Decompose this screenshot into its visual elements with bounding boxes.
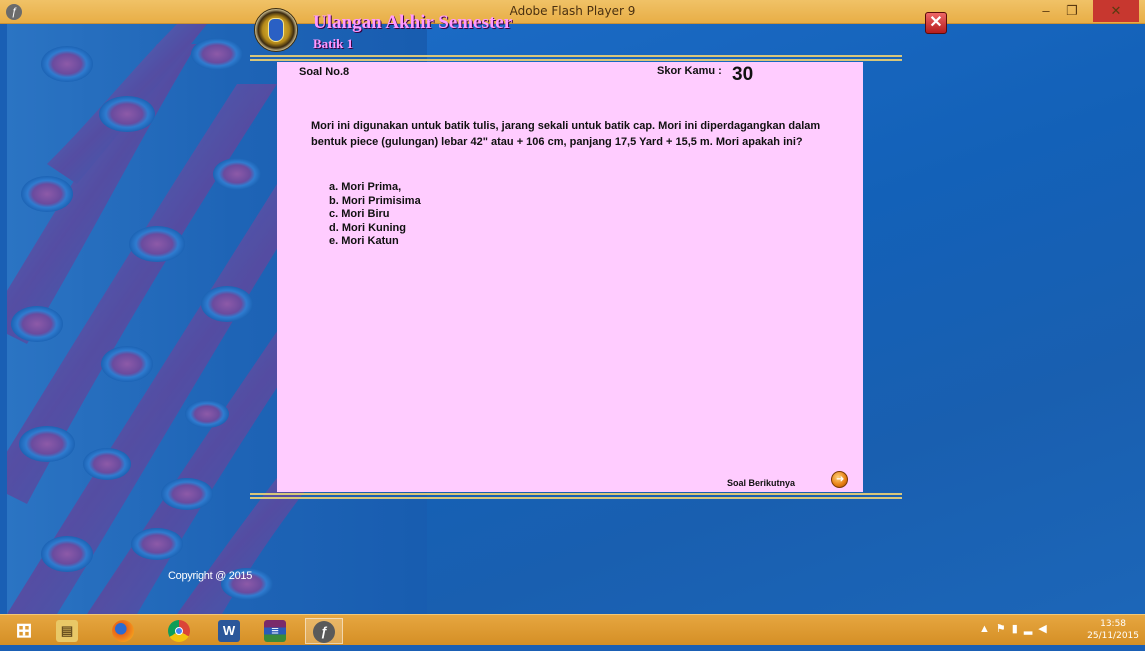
title-bar[interactable]: ƒ Adobe Flash Player 9 ‒ ❐ ✕ (0, 0, 1145, 24)
copyright-text: Copyright @ 2015 (168, 570, 253, 582)
volume-icon[interactable]: ◀ (1038, 623, 1052, 635)
clock-date: 25/11/2015 (1087, 631, 1139, 641)
answer-options: a. Mori Prima, b. Mori Primisima c. Mori… (329, 181, 421, 249)
word-icon: W (218, 620, 240, 642)
firefox-icon (112, 620, 134, 642)
clock-time: 13:58 (1100, 619, 1127, 629)
score-value: 30 (732, 64, 754, 85)
taskbar: ⊞ ▤ W ≡ ƒ ▲⚑▮▂◀ 13:58 25/11/2015 (0, 614, 1145, 645)
close-window-button[interactable]: ✕ (1093, 0, 1139, 22)
taskbar-chrome[interactable] (160, 618, 198, 644)
score-label: Skor Kamu : (657, 65, 722, 77)
taskbar-winrar[interactable]: ≡ (256, 618, 294, 644)
option-b[interactable]: b. Mori Primisima (329, 195, 421, 209)
app-subtitle: Batik 1 (313, 36, 354, 51)
flash-player-icon: ƒ (313, 621, 335, 643)
restore-button[interactable]: ❐ (1059, 0, 1085, 22)
battery-icon[interactable]: ▮ (1012, 623, 1024, 635)
arrow-right-icon: ➜ (836, 474, 845, 485)
signal-icon[interactable]: ▂ (1024, 623, 1038, 635)
start-button[interactable]: ⊞ (5, 618, 43, 644)
app-title: Ulangan Akhir Semester (313, 12, 513, 33)
system-tray: ▲⚑▮▂◀ 13:58 25/11/2015 (969, 615, 1139, 646)
window-title: Adobe Flash Player 9 (509, 4, 636, 18)
winrar-icon: ≡ (264, 620, 286, 642)
question-number: Soal No.8 (299, 66, 350, 78)
taskbar-flash-player[interactable]: ƒ (305, 618, 343, 644)
chrome-icon (168, 620, 190, 642)
question-text: Mori ini digunakan untuk batik tulis, ja… (311, 120, 821, 148)
flash-player-window: ƒ Adobe Flash Player 9 ‒ ❐ ✕ Ulangan Akh… (0, 0, 1145, 645)
option-a[interactable]: a. Mori Prima, (329, 181, 421, 195)
minimize-button[interactable]: ‒ (1033, 0, 1059, 22)
divider-bottom (250, 493, 902, 499)
option-c[interactable]: c. Mori Biru (329, 208, 421, 222)
flag-icon[interactable]: ⚑ (996, 623, 1012, 635)
next-question-button[interactable]: ➜ (831, 471, 848, 488)
next-question-label[interactable]: Soal Berikutnya (727, 478, 795, 488)
divider-top (250, 55, 902, 61)
question-card: Soal No.8 Skor Kamu : 30 Mori ini diguna… (277, 62, 863, 492)
clock[interactable]: 13:58 25/11/2015 (1087, 618, 1139, 642)
taskbar-word[interactable]: W (210, 618, 248, 644)
taskbar-file-explorer[interactable]: ▤ (48, 618, 86, 644)
university-logo-icon (254, 8, 298, 52)
option-d[interactable]: d. Mori Kuning (329, 222, 421, 236)
tray-icons[interactable]: ▲⚑▮▂◀ (979, 622, 1053, 635)
option-e[interactable]: e. Mori Katun (329, 235, 421, 249)
windows-logo-icon: ⊞ (15, 620, 33, 642)
show-hidden-icons-icon[interactable]: ▲ (979, 623, 996, 635)
taskbar-firefox[interactable] (104, 618, 142, 644)
file-explorer-icon: ▤ (56, 620, 78, 642)
close-app-button[interactable]: ✕ (925, 12, 947, 34)
